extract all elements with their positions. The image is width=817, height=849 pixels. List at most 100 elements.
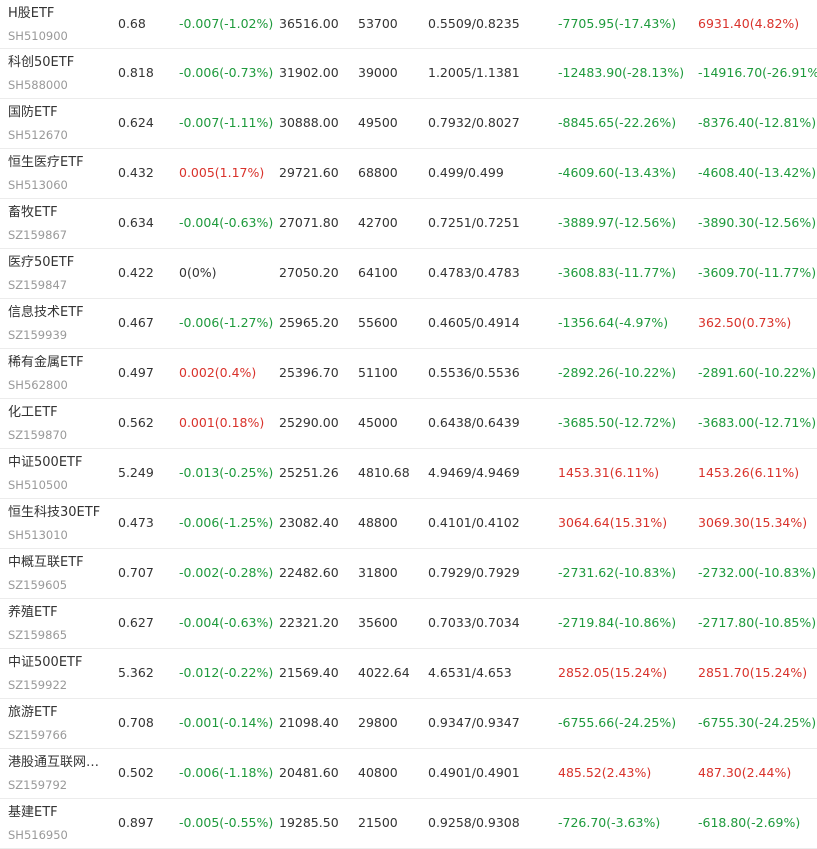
premium-alt-cell: 487.30(2.44%)	[698, 765, 792, 780]
etf-name[interactable]: 医疗50ETF	[8, 255, 74, 271]
shares-cell: 40800	[358, 765, 398, 780]
table-row[interactable]: 中证500ETF SH510500 5.249 -0.013(-0.25%) 25251…	[0, 449, 817, 499]
shares-cell: 64100	[358, 265, 398, 280]
etf-code: SH562800	[8, 378, 68, 392]
nav-cell: 0.5536/0.5536	[428, 365, 520, 380]
nav-cell: 0.7929/0.7929	[428, 565, 520, 580]
premium-cell: -12483.90(-28.13%)	[558, 65, 685, 80]
table-row[interactable]: 科创50ETF SH588000 0.818 -0.006(-0.73%) 31902.…	[0, 49, 817, 99]
premium-cell: -6755.66(-24.25%)	[558, 715, 677, 730]
premium-alt-cell: 1453.26(6.11%)	[698, 465, 800, 480]
shares-cell: 39000	[358, 65, 398, 80]
table-row[interactable]: 医疗50ETF SZ159847 0.422 0(0%) 27050.20 64100 0.…	[0, 249, 817, 299]
volume-cell: 31902.00	[279, 65, 339, 80]
premium-cell: -1356.64(-4.97%)	[558, 315, 669, 330]
volume-cell: 20481.60	[279, 765, 339, 780]
volume-cell: 21569.40	[279, 665, 339, 680]
premium-alt-cell: -2717.80(-10.85%)	[698, 615, 817, 630]
etf-name[interactable]: 国防ETF	[8, 105, 58, 121]
premium-cell: -3889.97(-12.56%)	[558, 215, 677, 230]
premium-cell: -3608.83(-11.77%)	[558, 265, 677, 280]
volume-cell: 25290.00	[279, 415, 339, 430]
price-cell: 0.897	[118, 815, 154, 830]
price-cell: 0.497	[118, 365, 154, 380]
table-row[interactable]: 恒生医疗ETF SH513060 0.432 0.005(1.17%) 29721.60…	[0, 149, 817, 199]
etf-name[interactable]: H股ETF	[8, 6, 54, 22]
table-row[interactable]: H股ETF SH510900 0.68 -0.007(-1.02%) 36516.00 5…	[0, 0, 817, 49]
table-row[interactable]: 稀有金属ETF SH562800 0.497 0.002(0.4%) 25396.70 5…	[0, 349, 817, 399]
etf-name[interactable]: 恒生科技30ETF	[8, 505, 100, 521]
shares-cell: 4022.64	[358, 665, 410, 680]
premium-alt-cell: -6755.30(-24.25%)	[698, 715, 817, 730]
change-cell: -0.006(-1.25%)	[179, 515, 274, 530]
change-cell: 0.005(1.17%)	[179, 165, 265, 180]
shares-cell: 53700	[358, 16, 398, 31]
table-row[interactable]: 中证500ETF SZ159922 5.362 -0.012(-0.22%) 21569…	[0, 649, 817, 699]
price-cell: 0.624	[118, 115, 154, 130]
etf-code: SZ159867	[8, 228, 68, 242]
etf-name[interactable]: 养殖ETF	[8, 605, 58, 621]
table-row[interactable]: 养殖ETF SZ159865 0.627 -0.004(-0.63%) 22321.20…	[0, 599, 817, 649]
table-row[interactable]: 恒生科技30ETF SH513010 0.473 -0.006(-1.25%) 2308…	[0, 499, 817, 549]
price-cell: 0.818	[118, 65, 154, 80]
etf-name[interactable]: 畜牧ETF	[8, 205, 58, 221]
etf-name[interactable]: 基建ETF	[8, 805, 58, 821]
nav-cell: 4.6531/4.653	[428, 665, 512, 680]
nav-cell: 0.499/0.499	[428, 165, 504, 180]
premium-alt-cell: -3683.00(-12.71%)	[698, 415, 817, 430]
etf-name[interactable]: 信息技术ETF	[8, 305, 84, 321]
etf-code: SZ159865	[8, 628, 68, 642]
table-row[interactable]: 中概互联ETF SZ159605 0.707 -0.002(-0.28%) 22482.…	[0, 549, 817, 599]
etf-name[interactable]: 中概互联ETF	[8, 555, 84, 571]
table-row[interactable]: 基建ETF SH516950 0.897 -0.005(-0.55%) 19285.50…	[0, 799, 817, 849]
volume-cell: 27071.80	[279, 215, 339, 230]
etf-name[interactable]: 化工ETF	[8, 405, 58, 421]
change-cell: -0.001(-0.14%)	[179, 715, 274, 730]
shares-cell: 68800	[358, 165, 398, 180]
etf-code: SZ159847	[8, 278, 68, 292]
table-row[interactable]: 国防ETF SH512670 0.624 -0.007(-1.11%) 30888.00…	[0, 99, 817, 149]
change-cell: -0.006(-0.73%)	[179, 65, 274, 80]
volume-cell: 25251.26	[279, 465, 339, 480]
price-cell: 0.707	[118, 565, 154, 580]
table-row[interactable]: 畜牧ETF SZ159867 0.634 -0.004(-0.63%) 27071.80…	[0, 199, 817, 249]
change-cell: -0.006(-1.27%)	[179, 315, 274, 330]
premium-alt-cell: -2732.00(-10.83%)	[698, 565, 817, 580]
change-cell: -0.004(-0.63%)	[179, 615, 274, 630]
etf-name[interactable]: 科创50ETF	[8, 55, 74, 71]
premium-alt-cell: -2891.60(-10.22%)	[698, 365, 817, 380]
price-cell: 0.634	[118, 215, 154, 230]
premium-alt-cell: -8376.40(-12.81%)	[698, 115, 817, 130]
etf-code: SZ159605	[8, 578, 68, 592]
nav-cell: 0.4605/0.4914	[428, 315, 520, 330]
etf-name[interactable]: 旅游ETF	[8, 705, 58, 721]
table-row[interactable]: 旅游ETF SZ159766 0.708 -0.001(-0.14%) 21098.40…	[0, 699, 817, 749]
etf-name[interactable]: 港股通互联网…	[8, 755, 99, 771]
change-cell: -0.005(-0.55%)	[179, 815, 274, 830]
etf-code: SH510900	[8, 29, 68, 43]
etf-name[interactable]: 中证500ETF	[8, 455, 82, 471]
etf-code: SZ159766	[8, 728, 68, 742]
premium-alt-cell: 6931.40(4.82%)	[698, 16, 800, 31]
etf-code: SH512670	[8, 128, 68, 142]
change-cell: -0.007(-1.02%)	[179, 16, 274, 31]
volume-cell: 36516.00	[279, 16, 339, 31]
price-cell: 0.502	[118, 765, 154, 780]
price-cell: 0.467	[118, 315, 154, 330]
shares-cell: 49500	[358, 115, 398, 130]
premium-cell: -2731.62(-10.83%)	[558, 565, 677, 580]
nav-cell: 0.9347/0.9347	[428, 715, 520, 730]
table-row[interactable]: 化工ETF SZ159870 0.562 0.001(0.18%) 25290.00 45…	[0, 399, 817, 449]
premium-alt-cell: -14916.70(-26.91%)	[698, 65, 817, 80]
etf-name[interactable]: 恒生医疗ETF	[8, 155, 84, 171]
volume-cell: 27050.20	[279, 265, 339, 280]
table-row[interactable]: 信息技术ETF SZ159939 0.467 -0.006(-1.27%) 25965.…	[0, 299, 817, 349]
change-cell: -0.012(-0.22%)	[179, 665, 274, 680]
nav-cell: 0.7033/0.7034	[428, 615, 520, 630]
price-cell: 0.473	[118, 515, 154, 530]
etf-name[interactable]: 中证500ETF	[8, 655, 82, 671]
etf-name[interactable]: 稀有金属ETF	[8, 355, 84, 371]
table-row[interactable]: 港股通互联网… SZ159792 0.502 -0.006(-1.18%) 20481.…	[0, 749, 817, 799]
change-cell: 0.001(0.18%)	[179, 415, 265, 430]
price-cell: 0.432	[118, 165, 154, 180]
